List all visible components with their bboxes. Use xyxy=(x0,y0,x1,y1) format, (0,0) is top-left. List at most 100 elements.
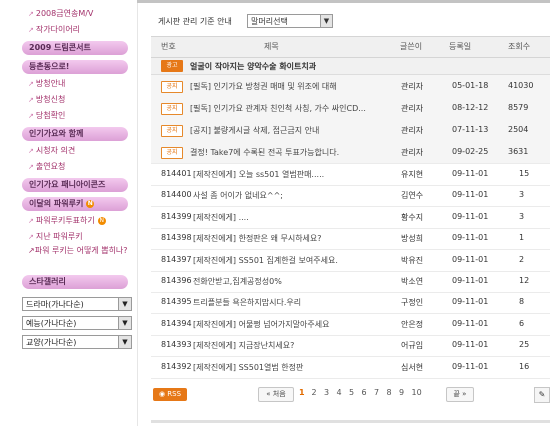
post-date: 09-11-01 xyxy=(452,340,489,350)
chevron-down-icon: ▼ xyxy=(118,336,131,348)
first-page-button[interactable]: « 처음 xyxy=(258,387,294,402)
write-icon[interactable]: ✎ xyxy=(534,387,550,403)
post-number: 814396 xyxy=(161,276,192,285)
post-writer[interactable]: 황수지 xyxy=(401,212,423,223)
sidebar-link-opinion[interactable]: ↗ 시청자 의견 xyxy=(28,145,75,156)
notice-badge: 공지 xyxy=(161,81,183,93)
page-number[interactable]: 6 xyxy=(362,388,367,397)
page-number[interactable]: 2 xyxy=(312,388,317,397)
section-star-gallery[interactable]: 스타갤러리 xyxy=(22,275,128,289)
sidebar-link-rookie-how[interactable]: ↗파워 루키는 어떻게 뽑히나? xyxy=(28,245,128,256)
post-writer[interactable]: 심서현 xyxy=(401,362,423,373)
post-title[interactable]: [제작진에게] 지금장난치세요? xyxy=(193,340,398,351)
post-title[interactable]: [제작진에게] SS501 집계한걸 보여주세요. xyxy=(193,255,398,266)
table-row[interactable]: 814394 [제작진에게] 어물쩡 넘어가지말아주세요 안은정 09-11-01 6 xyxy=(151,313,550,336)
post-writer[interactable]: 구정인 xyxy=(401,297,423,308)
culture-select[interactable]: 교양(가나다순) ▼ xyxy=(22,335,132,349)
post-number: 814395 xyxy=(161,297,192,307)
section-deungchon[interactable]: 등촌동으로! xyxy=(22,60,128,74)
page-number[interactable]: 1 xyxy=(299,388,305,397)
post-writer[interactable]: 박소연 xyxy=(401,276,423,287)
post-writer[interactable]: 관리자 xyxy=(401,81,423,92)
section-dream-concert[interactable]: 2009 드림콘서트 xyxy=(22,41,128,55)
post-writer[interactable]: 안은정 xyxy=(401,319,423,330)
post-writer[interactable]: 관리자 xyxy=(401,147,423,158)
table-row[interactable]: 814395 트리플분들 욕은하지맙시다.우리 구정인 09-11-01 8 xyxy=(151,291,550,315)
sidebar-link-request[interactable]: ↗ 출연요청 xyxy=(28,161,65,172)
post-views: 8579 xyxy=(508,103,529,112)
table-row[interactable]: 814393 [제작진에게] 지금장난치세요? 어규임 09-11-01 25 xyxy=(151,334,550,358)
sidebar-link-past-rookie[interactable]: ↗ 지난 파워루키 xyxy=(28,231,83,242)
post-writer[interactable]: 박유진 xyxy=(401,255,423,266)
post-title[interactable]: [제작진에게] 오늘 ss501 열범판매..... xyxy=(193,169,398,180)
post-title[interactable]: 트리플분들 욕은하지맙시다.우리 xyxy=(193,297,398,308)
notice-badge: 공지 xyxy=(161,147,183,159)
col-date: 등록일 xyxy=(449,42,472,51)
post-number: 814398 xyxy=(161,233,192,243)
table-row[interactable]: 814397 [제작진에게] SS501 집계한걸 보여주세요. 박유진 09-11-… xyxy=(151,249,550,272)
last-page-button[interactable]: 끝 » xyxy=(446,387,474,402)
ad-title[interactable]: 얼굴이 작아지는 양악수술 화이트치과 xyxy=(190,61,316,72)
notice-row[interactable]: 공지 결정! Take7에 수록된 전곡 투표가능합니다. 관리자 09-02-25 3… xyxy=(151,141,550,164)
post-writer[interactable]: 관리자 xyxy=(401,125,423,136)
table-row[interactable]: 814400 사설 좀 어이가 없네요^^; 김연수 09-11-01 3 xyxy=(151,184,550,208)
post-title[interactable]: [제작진에게] SS501열범 한정판 xyxy=(193,362,398,373)
table-row[interactable]: 814392 [제작진에게] SS501열범 한정판 심서현 09-11-01 16 xyxy=(151,356,550,379)
post-views: 2 xyxy=(519,254,525,264)
post-title[interactable]: [제작진에게] 한정판은 왜 무시하세요? xyxy=(193,233,398,244)
post-writer[interactable]: 김연수 xyxy=(401,190,423,201)
chevron-down-icon: ▼ xyxy=(118,298,131,310)
notice-row[interactable]: 공지 [필독] 인기가요 방청권 매매 및 위조에 대해 관리자 05-01-18 41… xyxy=(151,75,550,98)
notice-row[interactable]: 공지 [공지] 불량게시글 삭제, 접근금지 안내 관리자 07-11-13 2504 xyxy=(151,119,550,142)
post-number: 814400 xyxy=(161,190,192,200)
page-number[interactable]: 10 xyxy=(412,388,422,397)
post-views: 3631 xyxy=(508,147,529,156)
post-title[interactable]: [필독] 인기가요 방청권 매매 및 위조에 대해 xyxy=(190,81,395,92)
variety-select[interactable]: 예능(가나다순) ▼ xyxy=(22,316,132,330)
chevron-down-icon: ▼ xyxy=(118,317,131,329)
arrow-icon: ↗ xyxy=(28,217,34,225)
post-title[interactable]: [제작진에게] .... xyxy=(193,212,398,223)
drama-select[interactable]: 드라마(가나다순) ▼ xyxy=(22,297,132,311)
notice-row[interactable]: 공지 [필독] 인기가요 관계자 친인척 사칭, 가수 싸인CD... 관리자 08-… xyxy=(151,97,550,120)
post-title[interactable]: [공지] 불량게시글 삭제, 접근금지 안내 xyxy=(190,125,395,136)
post-title[interactable]: [제작진에게] 어물쩡 넘어가지말아주세요 xyxy=(193,319,398,330)
section-icons[interactable]: 인기가요 패니아이콘즈 xyxy=(22,178,128,192)
section-power-rookie[interactable]: 이달의 파워루키 N xyxy=(22,197,128,211)
post-writer[interactable]: 관리자 xyxy=(401,103,423,114)
sidebar-link-diary[interactable]: ↗ 작가다이어리 xyxy=(28,24,80,35)
post-number: 814394 xyxy=(161,318,192,328)
table-row[interactable]: 814401 [제작진에게] 오늘 ss501 열범판매..... 유지현 09-11… xyxy=(151,163,550,186)
category-select[interactable]: 말머리선택 ▼ xyxy=(247,14,333,28)
page-number[interactable]: 4 xyxy=(337,388,342,397)
arrow-icon: ↗ xyxy=(28,10,34,18)
table-row[interactable]: 814396 전화안받고,집계공정성0% 박소연 09-11-01 12 xyxy=(151,270,550,293)
post-title[interactable]: 사설 좀 어이가 없네요^^; xyxy=(193,190,398,201)
page-number[interactable]: 7 xyxy=(374,388,379,397)
table-row[interactable]: 814399 [제작진에게] .... 황수지 09-11-01 3 xyxy=(151,206,550,229)
page-number[interactable]: 8 xyxy=(387,388,392,397)
board-rules-link[interactable]: 게시판 관리 기준 안내 xyxy=(158,16,232,27)
post-writer[interactable]: 유지현 xyxy=(401,169,423,180)
page-number[interactable]: 3 xyxy=(324,388,329,397)
arrow-icon: ↗ xyxy=(28,147,34,155)
table-row[interactable]: 814398 [제작진에게] 한정판은 왜 무시하세요? 방성희 09-11-01 1 xyxy=(151,227,550,251)
post-date: 09-11-01 xyxy=(452,169,489,178)
section-with-inkigayo[interactable]: 인기가요와 함께 xyxy=(22,127,128,141)
sidebar-link-winners[interactable]: ↗ 당첨확인 xyxy=(28,110,65,121)
sidebar-link-vote[interactable]: ↗ 파워루키투표하기 N xyxy=(28,215,106,226)
sidebar-link-mv[interactable]: ↗ 2008금연송M/V xyxy=(28,8,93,19)
page-number[interactable]: 9 xyxy=(399,388,404,397)
ad-row[interactable]: 광고 얼굴이 작아지는 양악수술 화이트치과 xyxy=(151,58,550,75)
page-number[interactable]: 5 xyxy=(349,388,354,397)
post-date: 09-11-01 xyxy=(452,190,489,200)
rss-button[interactable]: ◉ RSS xyxy=(153,388,187,401)
post-writer[interactable]: 방성희 xyxy=(401,233,423,244)
post-title[interactable]: 전화안받고,집계공정성0% xyxy=(193,276,398,287)
sidebar-link-apply[interactable]: ↗ 방청신청 xyxy=(28,94,65,105)
post-title[interactable]: 결정! Take7에 수록된 전곡 투표가능합니다. xyxy=(190,147,395,158)
col-views: 조회수 xyxy=(508,42,531,51)
post-writer[interactable]: 어규임 xyxy=(401,340,423,351)
sidebar-link-guide[interactable]: ↗ 방청안내 xyxy=(28,78,65,89)
post-title[interactable]: [필독] 인기가요 관계자 친인척 사칭, 가수 싸인CD... xyxy=(190,103,395,114)
